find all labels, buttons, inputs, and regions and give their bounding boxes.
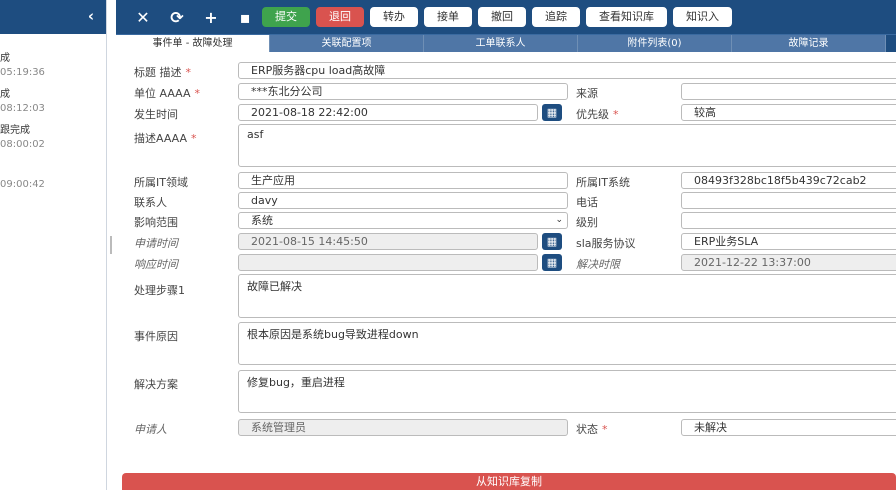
chevron-left-icon[interactable]: ‹ — [88, 7, 94, 25]
response-time-field — [238, 254, 538, 271]
apply-time-label: 申请时间 — [134, 237, 178, 250]
response-time-label: 响应时间 — [134, 258, 178, 271]
toolbar: ✕ ⟳ + ▪ 提交 退回 转办 接单 撤回 追踪 查看知识库 知识入 — [116, 0, 896, 34]
cause-label: 事件原因 — [134, 330, 178, 343]
tab-bar: 事件单 - 故障处理 关联配置项 工单联系人 附件列表(0) 故障记录 — [116, 34, 896, 52]
unit-label: 单位 AAAA * — [134, 87, 201, 100]
it-system-field[interactable]: 08493f328bc18f5b439c72cab2 — [681, 172, 896, 189]
save-icon[interactable]: ▪ — [228, 8, 262, 27]
resize-handle[interactable] — [110, 236, 112, 254]
scope-label: 影响范围 — [134, 216, 178, 229]
level-field[interactable] — [681, 212, 896, 229]
solution-field[interactable]: 修复bug，重启进程 — [238, 370, 896, 413]
tab-fault-record[interactable]: 故障记录 — [732, 35, 886, 52]
resolve-deadline-label: 解决时限 — [576, 258, 620, 271]
priority-label: 优先级 * — [576, 108, 619, 121]
title-label: 标题 描述 * — [134, 66, 191, 79]
transfer-button[interactable]: 转办 — [370, 7, 418, 27]
status-field[interactable]: 未解决 — [681, 419, 896, 436]
occur-time-label: 发生时间 — [134, 108, 178, 121]
chevron-down-icon: ⌄ — [555, 215, 563, 225]
description-label: 描述AAAA * — [134, 132, 197, 145]
list-item[interactable]: 09:00:42 — [0, 178, 45, 192]
incident-form: 标题 描述 * ERP服务器cpu load高故障 单位 AAAA * ***东北分… — [116, 52, 896, 490]
list-item-time: 09:00:42 — [0, 179, 45, 190]
list-item-title: 跟完成 — [0, 125, 30, 136]
sidebar-header: ‹ — [0, 0, 106, 34]
step-label: 处理步骤1 — [134, 284, 185, 297]
contact-field[interactable]: davy — [238, 192, 568, 209]
scope-select-value: 系统 — [251, 214, 273, 227]
it-system-label: 所属IT系统 — [576, 176, 630, 189]
phone-field[interactable] — [681, 192, 896, 209]
sla-field[interactable]: ERP业务SLA — [681, 233, 896, 250]
revoke-button[interactable]: 撤回 — [478, 7, 526, 27]
list-item[interactable]: 成 05:19:36 — [0, 52, 45, 80]
sla-label: sla服务协议 — [576, 237, 636, 250]
list-item-title: 成 — [0, 53, 10, 64]
list-item[interactable]: 跟完成 08:00:02 — [0, 124, 45, 152]
level-label: 级别 — [576, 216, 598, 229]
phone-label: 电话 — [576, 196, 598, 209]
close-icon[interactable]: ✕ — [126, 8, 160, 27]
occur-time-field[interactable]: 2021-08-18 22:42:00 — [238, 104, 538, 121]
tab-attachments[interactable]: 附件列表(0) — [578, 35, 732, 52]
status-label: 状态 * — [576, 423, 608, 436]
unit-field[interactable]: ***东北分公司 — [238, 83, 568, 100]
list-item-title: 成 — [0, 89, 10, 100]
description-field[interactable]: asf — [238, 124, 896, 167]
copy-from-kb-button[interactable]: 从知识库复制 — [122, 473, 896, 490]
calendar-icon[interactable]: ▦ — [542, 104, 562, 121]
tab-related-ci[interactable]: 关联配置项 — [270, 35, 424, 52]
it-domain-label: 所属IT领域 — [134, 176, 188, 189]
refresh-icon[interactable]: ⟳ — [160, 8, 194, 27]
it-domain-field[interactable]: 生产应用 — [238, 172, 568, 189]
tab-contacts[interactable]: 工单联系人 — [424, 35, 578, 52]
tab-incident[interactable]: 事件单 - 故障处理 — [116, 35, 270, 52]
apply-time-field: 2021-08-15 14:45:50 — [238, 233, 538, 250]
applicant-field: 系统管理员 — [238, 419, 568, 436]
source-label: 来源 — [576, 87, 598, 100]
title-field[interactable]: ERP服务器cpu load高故障 — [238, 62, 896, 79]
list-item-time: 08:00:02 — [0, 139, 45, 150]
solution-label: 解决方案 — [134, 378, 178, 391]
step-field[interactable]: 故障已解决 — [238, 274, 896, 318]
kb-button[interactable]: 知识入 — [673, 7, 732, 27]
scope-select[interactable]: 系统 ⌄ — [238, 212, 568, 229]
submit-button[interactable]: 提交 — [262, 7, 310, 27]
source-field[interactable] — [681, 83, 896, 100]
applicant-label: 申请人 — [134, 423, 167, 436]
track-button[interactable]: 追踪 — [532, 7, 580, 27]
view-kb-button[interactable]: 查看知识库 — [586, 7, 667, 27]
sidebar: ‹ 成 05:19:36 成 08:12:03 跟完成 08:00:02 09:… — [0, 0, 107, 490]
return-button[interactable]: 退回 — [316, 7, 364, 27]
calendar-icon[interactable]: ▦ — [542, 233, 562, 250]
list-item[interactable]: 成 08:12:03 — [0, 88, 45, 116]
accept-button[interactable]: 接单 — [424, 7, 472, 27]
cause-field[interactable]: 根本原因是系统bug导致进程down — [238, 322, 896, 365]
resolve-deadline-field: 2021-12-22 13:37:00 — [681, 254, 896, 271]
list-item-time: 08:12:03 — [0, 103, 45, 114]
plus-icon[interactable]: + — [194, 8, 228, 27]
priority-field[interactable]: 较高 — [681, 104, 896, 121]
calendar-icon[interactable]: ▦ — [542, 254, 562, 271]
list-item-time: 05:19:36 — [0, 67, 45, 78]
contact-label: 联系人 — [134, 196, 167, 209]
